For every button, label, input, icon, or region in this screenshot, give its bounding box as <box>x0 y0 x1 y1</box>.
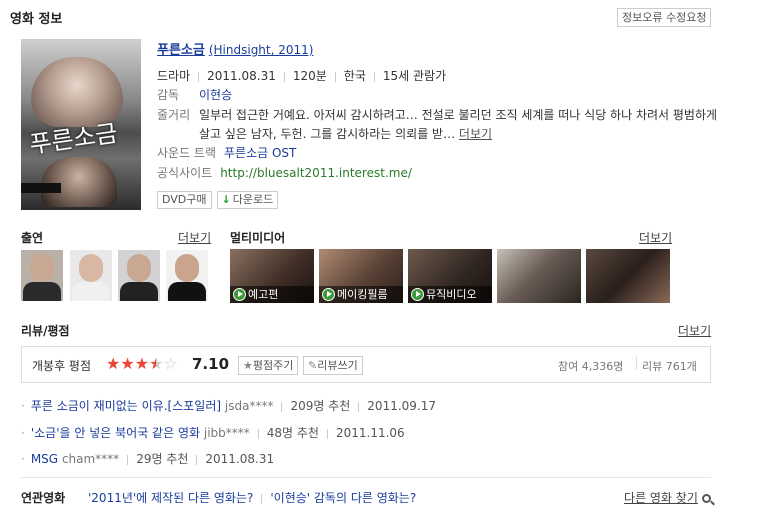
plot-more-link[interactable]: 더보기 <box>459 127 492 141</box>
genre: 드라마 <box>157 69 191 83</box>
plot-line-1: 일부러 접근한 거예요. 아저씨 감시하려고… 전설로 불리던 조직 세계를 떠… <box>199 108 718 122</box>
review-date: 2011.09.17 <box>367 399 437 413</box>
soundtrack-link[interactable]: 푸른소금 OST <box>224 146 296 160</box>
rating-box: 개봉후 평점 ★★★★☆ 7.10 ★평점주기 ✎리뷰쓰기 참여 4,336명 … <box>21 346 711 383</box>
star-icon: ★ <box>106 354 121 373</box>
related-year-link[interactable]: '2011년'에 제작된 다른 영화는? <box>88 491 253 505</box>
purchase-actions: DVD구매 ↓ 다운로드 <box>157 191 279 209</box>
star-empty-icon: ☆ <box>163 354 178 373</box>
star-half-icon: ★ <box>149 354 164 373</box>
section-title: 영화 정보 <box>10 12 63 27</box>
director-label: 감독 <box>157 88 180 102</box>
review-row: · 푸른 소금이 재미없는 이유.[스포일러] jsda**** 209명 추천 20… <box>21 399 437 413</box>
rating-stars: ★★★★☆ <box>106 356 178 372</box>
dvd-buy-button[interactable]: DVD구매 <box>157 191 212 209</box>
cast-photo-2[interactable] <box>70 250 112 301</box>
rate-button[interactable]: ★평점주기 <box>238 356 299 375</box>
find-other-movies-link[interactable]: 다른 영화 찾기 <box>624 491 698 505</box>
soundtrack-label: 사운드 트랙 <box>157 146 217 160</box>
rating-score: 7.10 <box>192 355 230 373</box>
search-icon <box>701 494 711 503</box>
report-error-button[interactable]: 정보오류 수정요청 <box>617 8 712 27</box>
play-icon <box>322 288 335 301</box>
download-button[interactable]: ↓ 다운로드 <box>216 191 279 209</box>
movie-title-en[interactable]: (Hindsight, 2011) <box>209 43 314 57</box>
multimedia-title: 멀티미디어 <box>230 231 286 245</box>
play-icon <box>411 288 424 301</box>
soundtrack-row: 사운드 트랙 푸른소금 OST <box>157 144 296 161</box>
multimedia-item-trailer[interactable]: 예고편 <box>230 249 314 303</box>
star-small-icon: ★ <box>243 359 253 372</box>
rating-label: 개봉후 평점 <box>32 359 92 373</box>
download-icon: ↓ <box>221 193 231 206</box>
age-rating: 15세 관람가 <box>382 69 447 83</box>
movie-title: 푸른소금 (Hindsight, 2011) <box>157 39 313 58</box>
movie-meta: 드라마 2011.08.31 120분 한국 15세 관람가 <box>157 67 446 84</box>
review-user: cham**** <box>61 452 120 466</box>
review-count: 리뷰 761개 <box>642 360 697 373</box>
review-title-link[interactable]: MSG <box>31 452 58 466</box>
cast-photo-3[interactable] <box>118 250 160 301</box>
review-title-link[interactable]: 푸른 소금이 재미없는 이유.[스포일러] <box>31 399 221 413</box>
reviews-title: 리뷰/평점 <box>21 324 70 338</box>
multimedia-item-still-1[interactable] <box>497 249 581 303</box>
review-user: jsda**** <box>224 399 274 413</box>
multimedia-caption: 예고편 <box>230 286 314 303</box>
multimedia-caption: 메이킹필름 <box>319 286 403 303</box>
review-recommend: 29명 추천 <box>136 452 189 466</box>
play-icon <box>233 288 246 301</box>
director-link[interactable]: 이현승 <box>199 88 232 102</box>
review-date: 2011.11.06 <box>335 426 405 440</box>
related-director-link[interactable]: '이현승' 감독의 다른 영화는? <box>270 491 416 505</box>
cast-photo-4[interactable] <box>166 250 208 301</box>
review-user: jibb**** <box>203 426 250 440</box>
movie-poster[interactable]: 푸른소금 <box>21 39 141 210</box>
download-label: 다운로드 <box>232 193 274 206</box>
multimedia-item-musicvideo[interactable]: 뮤직비디오 <box>408 249 492 303</box>
star-icon: ★ <box>120 354 135 373</box>
review-row: · '소금'을 안 넣은 북어국 같은 영화 jibb**** 48명 추천 2011… <box>21 426 405 440</box>
write-review-button[interactable]: ✎리뷰쓰기 <box>303 356 363 375</box>
review-row: · MSG cham**** 29명 추천 2011.08.31 <box>21 452 275 466</box>
director-row: 감독 이현승 <box>157 86 232 103</box>
movie-info-panel: 영화 정보 정보오류 수정요청 푸른소금 푸른소금 (Hindsight, 201… <box>0 0 768 514</box>
reviews-more-link[interactable]: 더보기 <box>678 322 711 339</box>
participant-count: 참여 4,336명 <box>558 360 624 373</box>
plot-row: 줄거리 일부러 접근한 거예요. 아저씨 감시하려고… 전설로 불리던 조직 세… <box>157 106 757 144</box>
star-icon: ★ <box>134 354 150 373</box>
release-date: 2011.08.31 <box>207 69 276 83</box>
find-other-movies[interactable]: 다른 영화 찾기 <box>624 489 711 506</box>
cast-title: 출연 <box>21 231 44 245</box>
country: 한국 <box>343 69 366 83</box>
multimedia-item-making[interactable]: 메이킹필름 <box>319 249 403 303</box>
review-recommend: 209명 추천 <box>290 399 351 413</box>
multimedia-item-still-2[interactable] <box>586 249 670 303</box>
cast-photo-1[interactable] <box>21 250 63 301</box>
official-site-link[interactable]: http://bluesalt2011.interest.me/ <box>220 166 412 180</box>
divider <box>21 477 711 478</box>
multimedia-more-link[interactable]: 더보기 <box>639 229 672 246</box>
cast-more-link[interactable]: 더보기 <box>178 229 211 246</box>
plot-label: 줄거리 <box>157 108 191 122</box>
review-date: 2011.08.31 <box>205 452 275 466</box>
plot-line-2: 살고 싶은 남자, 두헌. 그를 감시하라는 의뢰를 받… 더보기 <box>199 125 757 144</box>
runtime: 120분 <box>292 69 327 83</box>
multimedia-caption: 뮤직비디오 <box>408 286 492 303</box>
review-title-link[interactable]: '소금'을 안 넣은 북어국 같은 영화 <box>31 426 200 440</box>
site-row: 공식사이트 http://bluesalt2011.interest.me/ <box>157 164 412 181</box>
site-label: 공식사이트 <box>157 166 213 180</box>
related-title: 연관영화 <box>21 491 66 505</box>
poster-face-man <box>41 157 117 207</box>
poster-gun <box>21 183 61 193</box>
plot-text-2: 살고 싶은 남자, 두헌. 그를 감시하라는 의뢰를 받… <box>199 127 456 141</box>
pencil-icon: ✎ <box>308 359 318 372</box>
related-links: '2011년'에 제작된 다른 영화는? '이현승' 감독의 다른 영화는? <box>88 489 416 506</box>
review-recommend: 48명 추천 <box>266 426 319 440</box>
movie-title-ko[interactable]: 푸른소금 <box>157 43 205 58</box>
